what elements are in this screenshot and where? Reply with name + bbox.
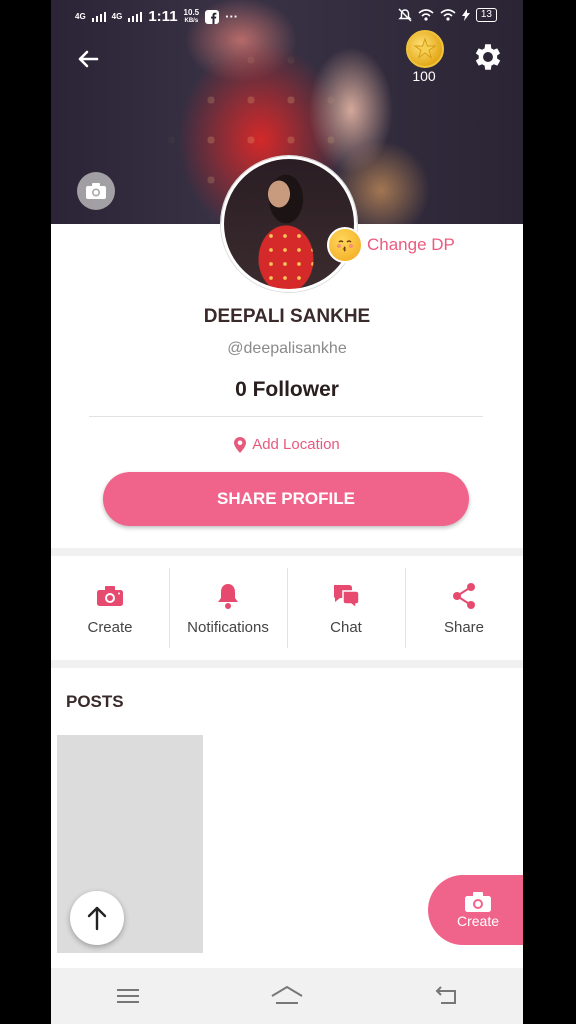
- share-profile-button[interactable]: SHARE PROFILE: [103, 472, 469, 526]
- posts-heading: POSTS: [66, 692, 124, 711]
- chat-icon: [334, 584, 360, 610]
- add-location-label: Add Location: [252, 436, 340, 453]
- camera-icon: [465, 892, 491, 912]
- avatar[interactable]: [221, 156, 357, 292]
- cover-camera-button[interactable]: [77, 172, 115, 210]
- star-icon: [413, 37, 437, 59]
- home-icon[interactable]: [270, 984, 304, 1008]
- menu-icon[interactable]: [115, 986, 141, 1006]
- section-gap: [51, 660, 523, 668]
- camera-icon: [97, 585, 123, 606]
- network-speed-value: 10.5: [183, 7, 200, 17]
- profile-name: DEEPALI SANKHE: [203, 306, 371, 327]
- facebook-icon: [205, 9, 220, 24]
- follower-count[interactable]: 0 Follower: [51, 378, 523, 402]
- action-notifications[interactable]: Notifications: [169, 566, 287, 650]
- action-share-label: Share: [443, 618, 485, 636]
- status-time: 1:11: [148, 8, 178, 25]
- signal-2-label: 4G: [111, 11, 123, 21]
- wifi-calling-icon: [418, 9, 434, 21]
- profile-handle: @deepalisankhe: [227, 340, 347, 357]
- coin-count: 100: [412, 68, 436, 84]
- kissing-face-icon-glyph: [337, 240, 353, 252]
- action-create[interactable]: Create: [51, 566, 169, 650]
- create-fab[interactable]: Create: [428, 875, 523, 945]
- add-location-link[interactable]: Add Location: [51, 436, 523, 453]
- section-gap: [51, 548, 523, 556]
- change-dp-label: Change DP: [367, 235, 455, 254]
- kissing-face-icon: [327, 227, 363, 263]
- share-icon: [453, 582, 475, 609]
- wifi-icon: [440, 9, 456, 21]
- action-create-label: Create: [87, 618, 133, 636]
- create-fab-label: Create: [456, 913, 500, 929]
- change-dp-button[interactable]: Change DP: [327, 227, 455, 263]
- back-nav-icon[interactable]: [433, 985, 459, 1007]
- signal-1-label: 4G: [75, 11, 86, 21]
- divider: [89, 416, 483, 417]
- charging-icon: [461, 9, 470, 21]
- profile-screen: 4G 4G 1:11 10.5 KB/s ··· 13 100 Change D…: [51, 0, 523, 1024]
- status-bar: 4G 4G 1:11 10.5 KB/s ··· 13: [51, 0, 523, 34]
- gear-icon: [475, 44, 501, 70]
- action-chat[interactable]: Chat: [287, 566, 405, 650]
- signal-icon: [91, 11, 106, 22]
- action-share[interactable]: Share: [405, 566, 523, 650]
- scroll-to-top-button[interactable]: [70, 891, 124, 945]
- network-speed-unit: KB/s: [184, 17, 199, 24]
- action-bar: Create Notifications Chat Share: [51, 566, 523, 650]
- coin-icon[interactable]: [406, 30, 444, 68]
- mute-icon: [398, 8, 412, 22]
- action-notifications-label: Notifications: [187, 618, 269, 636]
- status-more: ···: [225, 9, 239, 24]
- signal-icon-2: [128, 11, 143, 22]
- location-pin-icon: [234, 436, 247, 453]
- battery-level: 13: [475, 8, 497, 22]
- system-nav-bar: [51, 968, 523, 1024]
- settings-button[interactable]: [471, 40, 505, 74]
- arrow-up-icon: [87, 906, 107, 931]
- bell-icon: [218, 583, 238, 609]
- camera-icon: [86, 183, 106, 199]
- action-chat-label: Chat: [330, 618, 362, 636]
- back-button[interactable]: [73, 44, 103, 74]
- back-arrow-icon: [78, 50, 99, 68]
